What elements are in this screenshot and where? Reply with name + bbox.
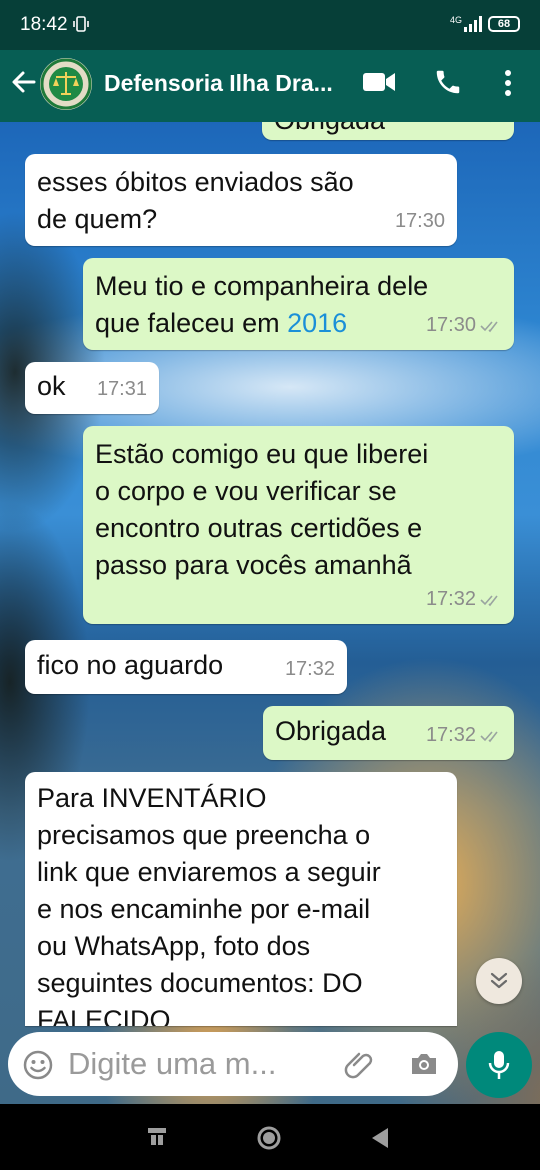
- message-line: link que enviaremos a seguir: [37, 857, 381, 887]
- message-text: Para INVENTÁRIO precisamos que preencha …: [37, 780, 381, 1026]
- message-text: Meu tio e companheira dele que faleceu e…: [95, 268, 428, 342]
- double-check-icon: [480, 122, 502, 123]
- message-meta: 17:32: [285, 651, 335, 688]
- date-link[interactable]: 2016: [287, 308, 347, 338]
- message-line: esses óbitos enviados são: [37, 167, 354, 197]
- message-meta: 17:30: [426, 307, 502, 344]
- network-type: 4G: [450, 15, 463, 25]
- emoji-icon[interactable]: [22, 1049, 54, 1081]
- message-text: Obrigada: [275, 716, 387, 746]
- message-time: 17:32: [284, 658, 335, 680]
- message-line: Estão comigo eu que liberei: [95, 439, 429, 469]
- message-time: 17:31: [96, 378, 147, 400]
- message-time: 17:30: [394, 210, 445, 232]
- message-bubble-outgoing[interactable]: Obrigada 17:32: [263, 706, 514, 760]
- message-meta: 17:32: [426, 717, 502, 754]
- microphone-icon: [488, 1051, 510, 1079]
- message-bubble-outgoing[interactable]: Estão comigo eu que liberei o corpo e vo…: [83, 426, 514, 624]
- battery-indicator: 68: [488, 16, 520, 32]
- message-text: Obrigada: [274, 122, 385, 139]
- message-line-text: que faleceu em: [95, 308, 288, 338]
- voice-message-button[interactable]: [466, 1032, 532, 1098]
- message-time: 17:32: [425, 588, 476, 610]
- message-text: esses óbitos enviados são de quem?: [37, 164, 354, 238]
- recents-icon[interactable]: [146, 1125, 168, 1147]
- message-line: e nos encaminhe por e-mail: [37, 894, 371, 924]
- message-meta: 17:32: [426, 581, 502, 618]
- message-bubble-incoming[interactable]: fico no aguardo 17:32: [25, 640, 347, 694]
- message-bubble-outgoing[interactable]: Meu tio e companheira dele que faleceu e…: [83, 258, 514, 350]
- message-text: Estão comigo eu que liberei o corpo e vo…: [95, 436, 428, 584]
- video-call-icon[interactable]: [362, 70, 396, 94]
- status-time: 18:42: [20, 14, 68, 35]
- signal-icon: [464, 16, 482, 32]
- scroll-to-bottom-button[interactable]: [476, 958, 522, 1004]
- message-line: de quem?: [37, 204, 158, 234]
- message-bubble-incoming[interactable]: ok 17:31: [25, 362, 159, 414]
- chat-wallpaper: Obrigada 17:29 esses óbitos enviados são…: [0, 122, 540, 1104]
- message-bubble-incoming[interactable]: Para INVENTÁRIO precisamos que preencha …: [25, 772, 457, 1026]
- paperclip-icon[interactable]: [344, 1048, 376, 1080]
- message-line: seguintes documentos: DO: [37, 968, 363, 998]
- message-line: passo para vocês amanhã: [95, 550, 412, 580]
- scales-of-justice-icon: [40, 58, 92, 110]
- contact-avatar[interactable]: [40, 58, 92, 110]
- message-meta: 17:31: [97, 371, 147, 408]
- phone-call-icon[interactable]: [433, 67, 463, 97]
- more-options-icon[interactable]: [500, 68, 516, 100]
- chat-title[interactable]: Defensoria Ilha Dra...: [104, 70, 333, 97]
- message-line: o corpo e vou verificar se: [95, 476, 397, 506]
- message-line: precisamos que preencha o: [37, 820, 371, 850]
- message-line: ou WhatsApp, foto dos: [37, 931, 311, 961]
- chat-header: Defensoria Ilha Dra...: [0, 50, 540, 122]
- message-line: FALECIDO: [37, 1005, 171, 1026]
- message-line: que faleceu em 2016: [95, 305, 428, 342]
- camera-icon[interactable]: [408, 1048, 440, 1080]
- message-input[interactable]: [68, 1040, 328, 1088]
- message-text: fico no aguardo: [37, 650, 224, 680]
- double-check-icon: [480, 320, 498, 332]
- message-text: ok: [37, 371, 66, 401]
- message-meta: 17:29: [426, 122, 502, 134]
- double-chevron-down-icon: [490, 972, 508, 989]
- vibrate-icon: [73, 16, 89, 32]
- message-line: Para INVENTÁRIO: [37, 783, 267, 813]
- home-icon[interactable]: [256, 1125, 282, 1151]
- message-time: 17:29: [426, 122, 476, 134]
- message-time: 17:32: [425, 724, 476, 746]
- message-bubble-incoming[interactable]: esses óbitos enviados são de quem? 17:30: [25, 154, 457, 246]
- message-bubble-outgoing[interactable]: Obrigada 17:29: [262, 122, 514, 140]
- double-check-icon: [480, 730, 498, 742]
- status-bar: 18:42 4G 68: [0, 0, 540, 50]
- back-arrow-icon[interactable]: [10, 68, 38, 96]
- double-check-icon: [480, 594, 498, 606]
- system-navigation-bar: [0, 1104, 540, 1170]
- message-compose-box: [8, 1032, 458, 1096]
- message-meta: 17:30: [395, 203, 445, 240]
- message-time: 17:30: [425, 314, 476, 336]
- nav-back-icon[interactable]: [368, 1125, 392, 1151]
- message-line: Meu tio e companheira dele: [95, 271, 429, 301]
- message-line: encontro outras certidões e: [95, 513, 423, 543]
